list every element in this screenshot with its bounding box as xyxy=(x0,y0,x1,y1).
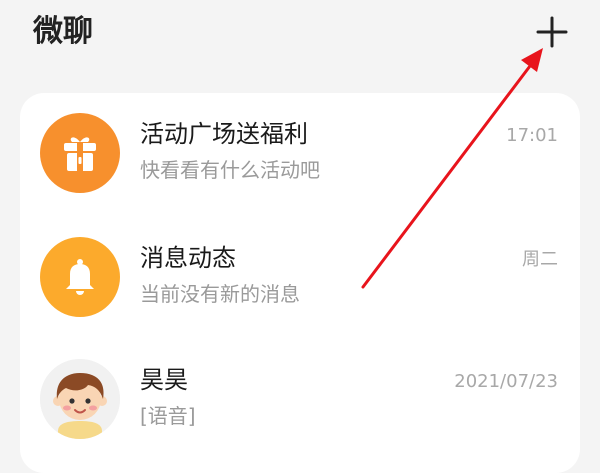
chat-preview: 当前没有新的消息 xyxy=(140,282,300,306)
user-avatar-icon xyxy=(40,359,120,439)
chat-title: 昊昊 xyxy=(140,366,188,394)
avatar xyxy=(40,359,120,439)
avatar xyxy=(40,237,120,317)
chat-time: 17:01 xyxy=(506,125,558,146)
app-title: 微聊 xyxy=(33,14,93,49)
plus-icon xyxy=(536,16,568,48)
bell-icon xyxy=(66,259,94,295)
chat-time: 周二 xyxy=(522,249,558,270)
gift-icon xyxy=(64,137,96,171)
avatar xyxy=(40,113,120,193)
chat-item-activity[interactable]: 活动广场送福利 快看看有什么活动吧 17:01 xyxy=(20,93,580,211)
chat-preview: [语音] xyxy=(140,404,196,428)
chat-list: 活动广场送福利 快看看有什么活动吧 17:01 消息动态 当前没有新的消息 周二 xyxy=(20,93,580,473)
chat-item-notifications[interactable]: 消息动态 当前没有新的消息 周二 xyxy=(20,217,580,335)
chat-title: 消息动态 xyxy=(140,244,236,272)
add-button[interactable] xyxy=(530,10,574,54)
chat-title: 活动广场送福利 xyxy=(140,120,308,148)
chat-time: 2021/07/23 xyxy=(454,371,558,392)
chat-item-haohao[interactable]: 昊昊 [语音] 2021/07/23 xyxy=(20,339,580,457)
chat-preview: 快看看有什么活动吧 xyxy=(140,158,320,182)
